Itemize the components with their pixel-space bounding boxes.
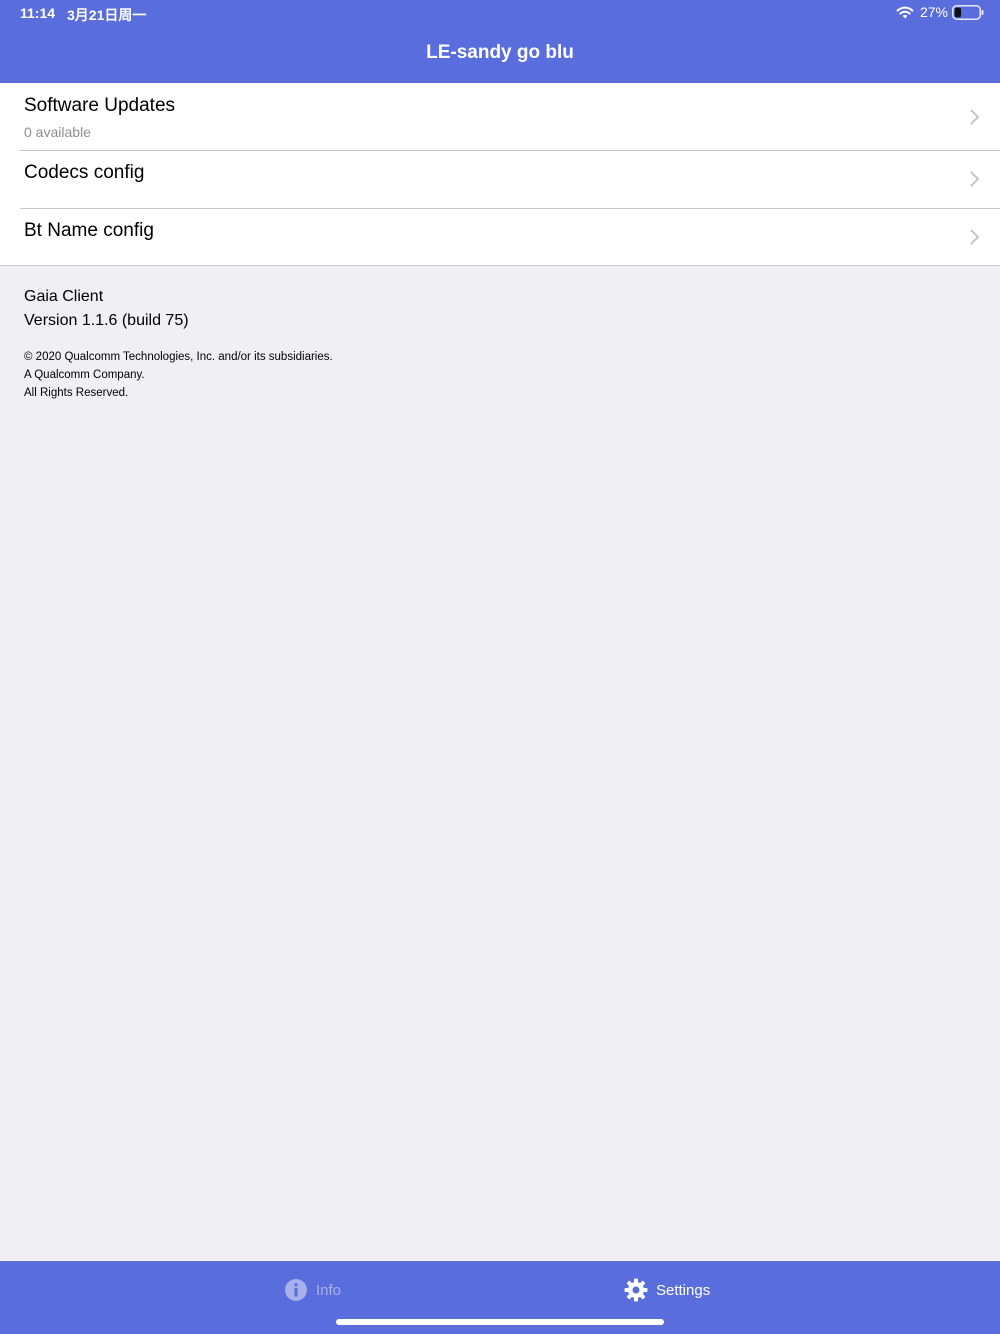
- settings-list: Software Updates 0 available Codecs conf…: [0, 83, 1000, 266]
- tab-info[interactable]: Info: [284, 1278, 341, 1302]
- home-indicator: [336, 1319, 664, 1325]
- wifi-icon: [896, 6, 914, 19]
- tab-label: Settings: [656, 1281, 711, 1299]
- gear-icon: [624, 1278, 648, 1302]
- about-section: Gaia Client Version 1.1.6 (build 75) © 2…: [24, 285, 333, 402]
- app-name: Gaia Client: [24, 288, 104, 305]
- chevron-right-icon: [970, 171, 979, 187]
- battery-percent: 27%: [919, 4, 948, 20]
- navigation-header: 11:14 3月21日周一 27% LE-sandy go blu: [0, 0, 1000, 83]
- info-icon: [285, 1279, 307, 1301]
- status-indicators: 27%: [896, 4, 984, 20]
- tab-settings[interactable]: Settings: [624, 1278, 710, 1302]
- status-date: 3月21日周一: [67, 7, 147, 23]
- row-title: Codecs config: [24, 162, 145, 183]
- copyright-line: © 2020 Qualcomm Technologies, Inc. and/o…: [24, 351, 333, 363]
- software-updates-row[interactable]: Software Updates 0 available: [0, 83, 1000, 150]
- app-version: Version 1.1.6 (build 75): [24, 312, 189, 329]
- copyright-notice: © 2020 Qualcomm Technologies, Inc. and/o…: [24, 348, 333, 402]
- copyright-line: A Qualcomm Company.: [24, 369, 145, 381]
- copyright-line: All Rights Reserved.: [24, 387, 129, 399]
- codecs-config-row[interactable]: Codecs config: [0, 150, 1000, 208]
- row-title: Software Updates: [24, 95, 176, 116]
- chevron-right-icon: [970, 229, 979, 245]
- bt-name-config-row[interactable]: Bt Name config: [0, 208, 1000, 265]
- status-time: 11:14: [20, 5, 56, 21]
- battery-icon: [952, 4, 984, 20]
- tab-label: Info: [316, 1281, 342, 1299]
- battery-level-fill: [954, 7, 962, 17]
- row-title: Bt Name config: [24, 220, 154, 241]
- status-bar: 11:14 3月21日周一 27%: [0, 0, 1000, 28]
- chevron-right-icon: [970, 109, 979, 125]
- row-subtitle: 0 available: [24, 124, 91, 140]
- page-title: LE-sandy go blu: [426, 42, 574, 63]
